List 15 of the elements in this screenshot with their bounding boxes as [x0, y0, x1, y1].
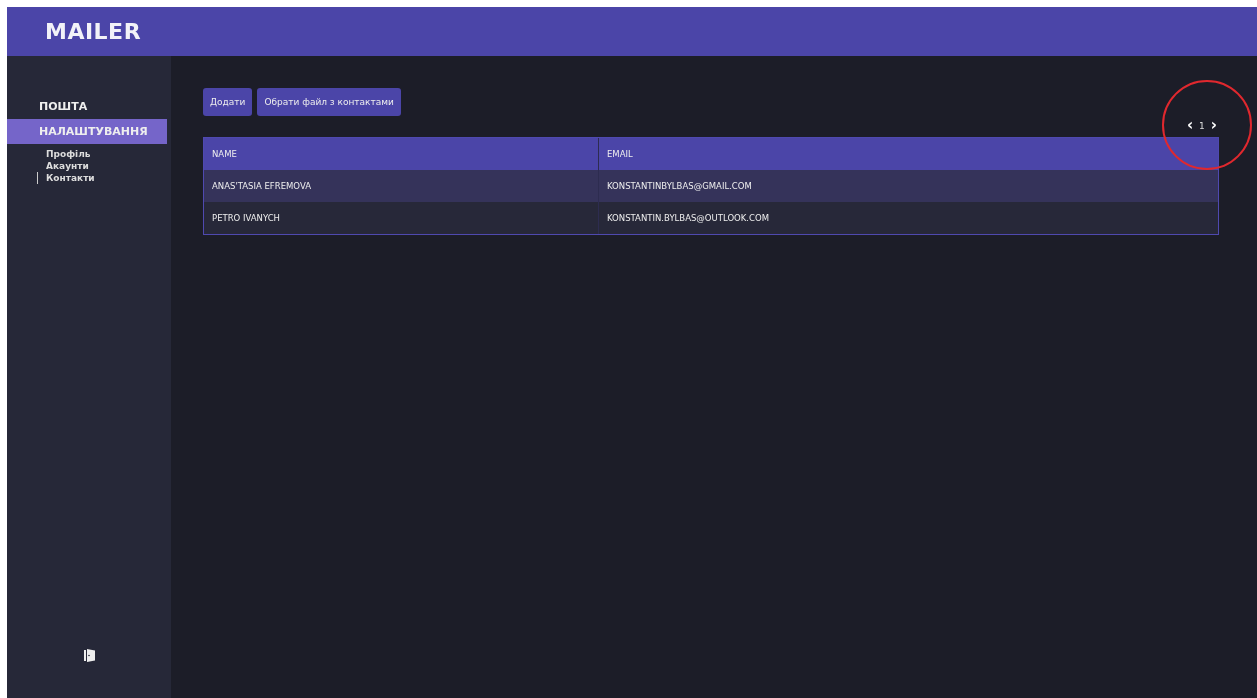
page-number: 1	[1199, 120, 1205, 131]
door-icon[interactable]	[83, 649, 95, 662]
table-cell: PETRO IVANYCH	[204, 202, 599, 234]
table-cell-text: KONSTANTINBYLBAS@GMAIL.COM	[606, 180, 753, 193]
toolbar-button[interactable]: Обрати файл з контактами	[257, 88, 401, 116]
previous-page-button[interactable]: ‹	[1186, 118, 1194, 133]
toolbar-button[interactable]: Додати	[203, 88, 253, 116]
app-title: MAILER	[45, 19, 142, 44]
sidebar-item[interactable]: НАЛАШТУВАННЯ	[7, 119, 167, 144]
sidebar-subitem[interactable]: Профіль	[37, 148, 171, 160]
sidebar-subitem[interactable]: Акаунти	[37, 160, 171, 172]
table-cell-text: KONSTANTIN.BYLBAS@OUTLOOK.COM	[606, 212, 770, 225]
sidebar-item[interactable]: ПОШТА	[7, 94, 167, 119]
column-header: EMAIL	[606, 148, 634, 161]
next-page-button[interactable]: ›	[1210, 118, 1217, 133]
